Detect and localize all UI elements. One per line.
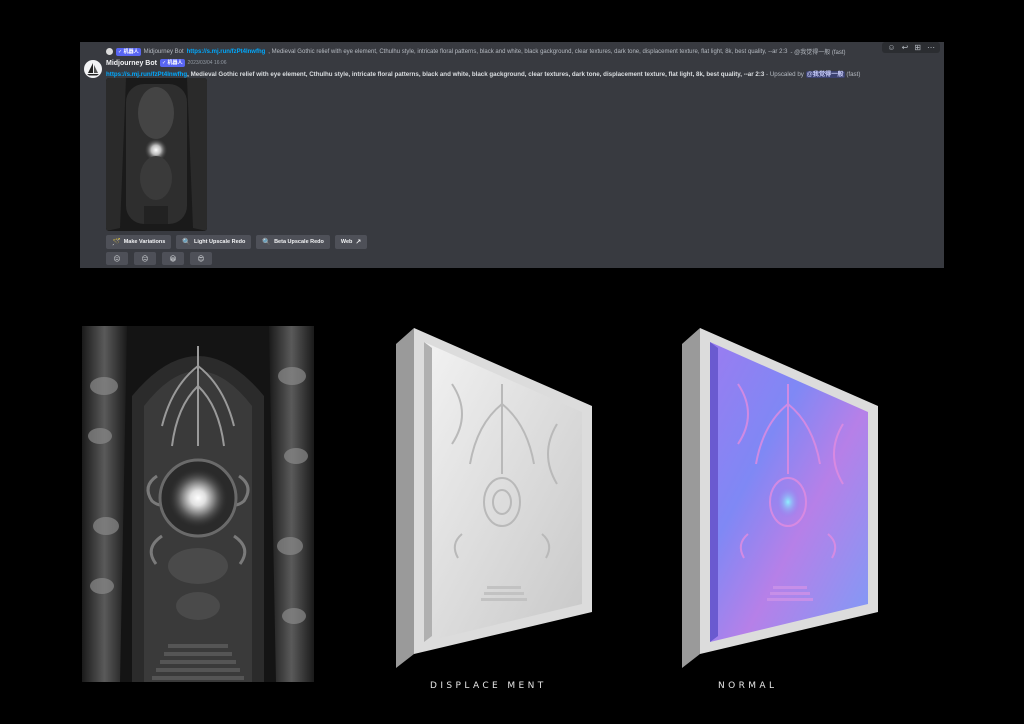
relief-image [82,326,314,682]
sailboat-icon [87,63,99,76]
message-hover-toolbar: ☺ ↩ ⊞ ⋯ [882,42,940,53]
message-header: Midjourney Bot ✓ 机器人 2023/03/04 16:06 [106,59,226,67]
reaction-buttons: 😖 😑 😀 😍 [106,252,212,265]
displacement-caption: DISPLACE MENT [430,681,547,691]
reply-link[interactable]: https://s.mj.run/fzPt4lnwfhg [187,49,266,55]
apps-icon[interactable]: ⊞ [914,43,921,52]
normal-caption: NORMAL [718,681,778,691]
reply-author[interactable]: Midjourney Bot [144,49,184,55]
button-label: Beta Upscale Redo [274,239,324,245]
reply-bot-badge: ✓ 机器人 [116,47,141,56]
normal-render [678,324,883,670]
more-icon[interactable]: ⋯ [927,43,935,52]
upscaled-by-text: - Upscaled by [764,71,806,78]
reaction-grinning[interactable]: 😀 [162,252,184,265]
displacement-render [392,324,597,670]
magnifier-icon: 🔍 [262,239,272,246]
reply-suffix: - @我觉得一般 (fast) [790,50,846,56]
reply-icon[interactable]: ↩ [902,43,909,52]
make-variations-button[interactable]: 🪄 Make Variations [106,235,172,249]
timestamp: 2023/03/04 16:06 [187,60,227,66]
button-label: Light Upscale Redo [194,239,246,245]
reply-text: , Medieval Gothic relief with eye elemen… [268,48,788,55]
reaction-confounded[interactable]: 😖 [106,252,128,265]
reaction-heart-eyes[interactable]: 😍 [190,252,212,265]
speed-text: (fast) [844,71,861,78]
magnifier-icon: 🔍 [182,239,192,246]
message-content: https://s.mj.run/fzPt4lnwfhg, Medieval G… [106,69,860,78]
reply-avatar [106,48,113,55]
prompt-link[interactable]: https://s.mj.run/fzPt4lnwfhg [106,71,187,78]
light-upscale-redo-button[interactable]: 🔍 Light Upscale Redo [176,235,252,249]
image-attachment[interactable] [106,78,207,231]
reaction-expressionless[interactable]: 😑 [134,252,156,265]
web-button[interactable]: Web ↗ [334,235,368,249]
button-label: Web [340,239,353,245]
action-buttons: 🪄 Make Variations 🔍 Light Upscale Redo 🔍… [106,235,368,249]
discord-message: ✓ 机器人 Midjourney Bot https://s.mj.run/fz… [80,42,944,268]
magic-wand-icon: 🪄 [112,239,121,246]
avatar[interactable] [84,60,102,78]
add-reaction-icon[interactable]: ☺ [887,43,895,52]
external-link-icon: ↗ [355,239,362,246]
beta-upscale-redo-button[interactable]: 🔍 Beta Upscale Redo [256,235,330,249]
reply-preview[interactable]: ✓ 机器人 Midjourney Bot https://s.mj.run/fz… [106,46,846,57]
user-mention[interactable]: @我觉得一般 [805,71,845,78]
bot-badge: ✓ 机器人 [159,59,185,67]
author-name[interactable]: Midjourney Bot [106,60,157,67]
prompt-text: , Medieval Gothic relief with eye elemen… [187,71,765,78]
button-label: Make Variations [123,239,166,245]
